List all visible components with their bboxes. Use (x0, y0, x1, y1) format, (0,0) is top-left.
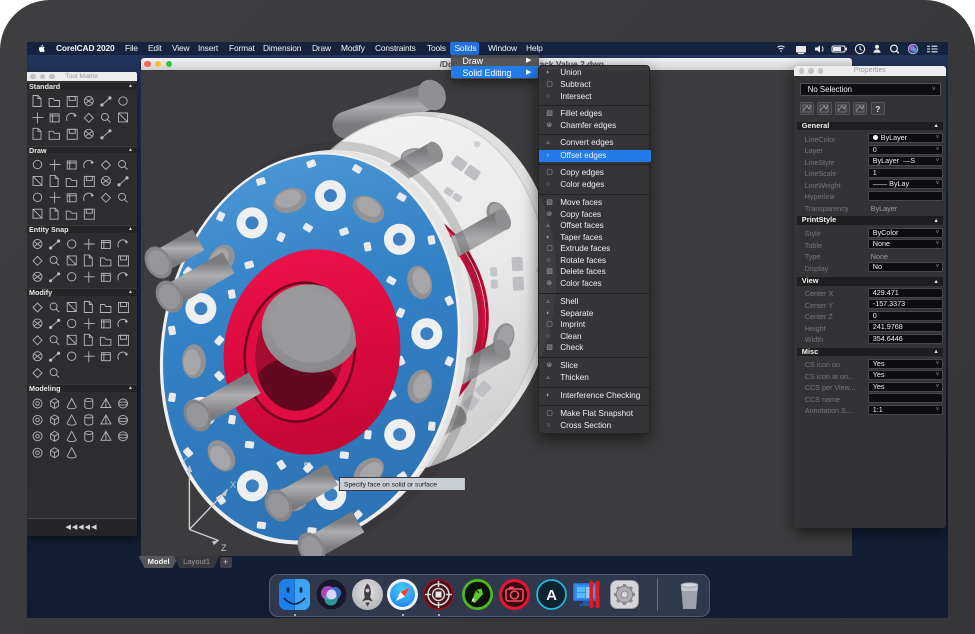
svg-text:Specify face on solid or surfa: Specify face on solid or surface (344, 481, 437, 488)
svg-text:X: X (230, 480, 236, 490)
svg-text:A: A (546, 587, 557, 604)
svg-text:Z: Z (221, 543, 227, 553)
svg-text:Y: Y (181, 456, 187, 466)
